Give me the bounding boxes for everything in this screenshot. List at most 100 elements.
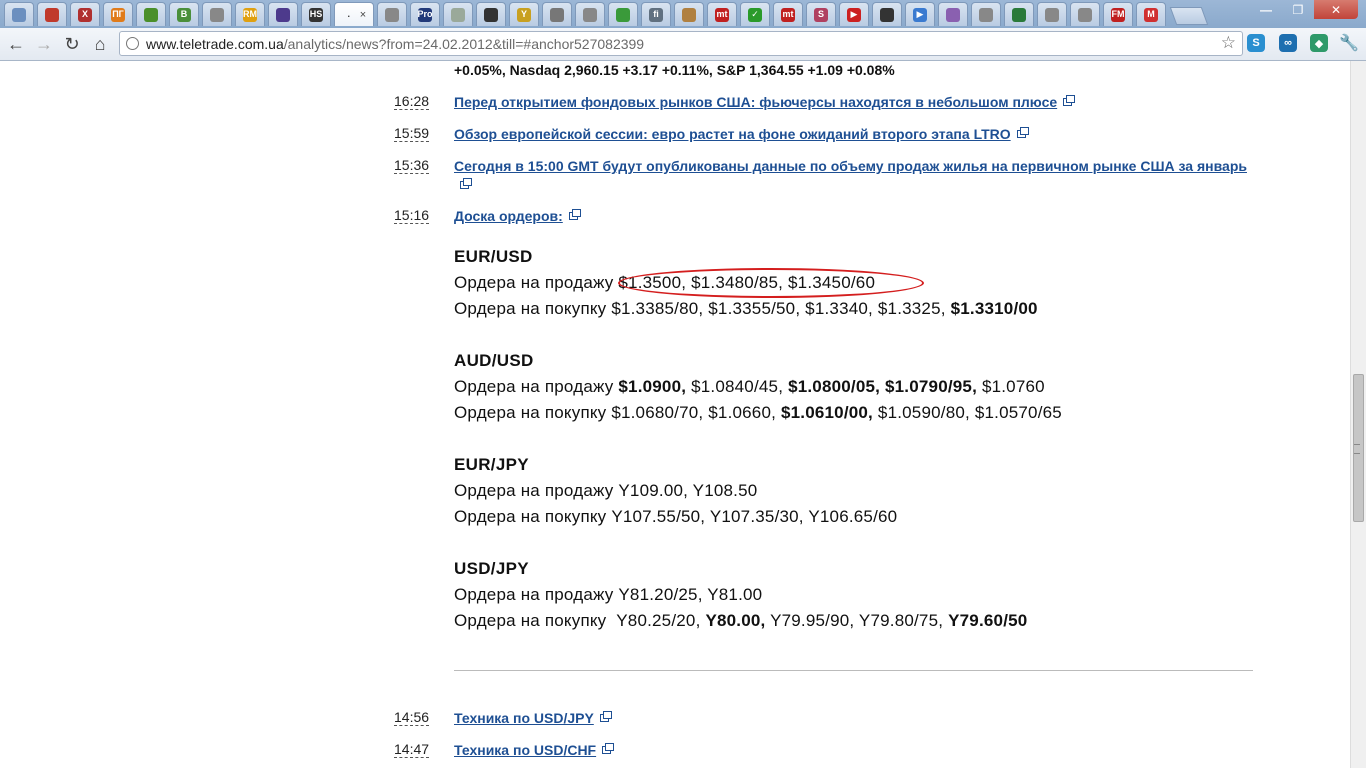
browser-tab[interactable]: S bbox=[806, 2, 836, 26]
eye-icon bbox=[484, 7, 498, 22]
browser-tab[interactable] bbox=[608, 2, 638, 26]
browser-tab[interactable] bbox=[268, 2, 298, 26]
browser-tab[interactable]: . × bbox=[334, 2, 374, 26]
fi-icon: fi bbox=[649, 7, 663, 22]
browser-tab[interactable]: mt bbox=[773, 2, 803, 26]
external-link-icon[interactable] bbox=[1063, 95, 1076, 106]
page-scrollbar[interactable] bbox=[1350, 61, 1366, 768]
browser-tab[interactable] bbox=[202, 2, 232, 26]
external-link-icon[interactable] bbox=[1016, 127, 1029, 138]
play-icon: ▶ bbox=[913, 7, 927, 22]
triangle-icon bbox=[616, 7, 630, 22]
browser-tab[interactable] bbox=[575, 2, 605, 26]
flower-icon bbox=[946, 7, 960, 22]
external-link-icon[interactable] bbox=[602, 743, 615, 754]
browser-tab[interactable]: fi bbox=[641, 2, 671, 26]
grid-icon bbox=[276, 7, 290, 22]
browser-tab[interactable] bbox=[1037, 2, 1067, 26]
globe-icon bbox=[210, 7, 224, 22]
browser-toolbar: ← → ↻ ⌂ www.teletrade.com.ua/analytics/n… bbox=[0, 28, 1366, 61]
mt-icon: mt bbox=[715, 7, 729, 22]
news-time: 16:28 bbox=[394, 93, 430, 110]
s-icon: S bbox=[814, 7, 828, 22]
browser-tab[interactable]: Pro bbox=[410, 2, 440, 26]
browser-tab[interactable] bbox=[4, 2, 34, 26]
search-icon bbox=[12, 7, 26, 22]
skype-extension-icon[interactable]: S bbox=[1247, 34, 1265, 52]
y-icon: Y bbox=[517, 7, 531, 22]
shield-icon bbox=[45, 7, 59, 22]
browser-tab[interactable] bbox=[443, 2, 473, 26]
forward-icon[interactable]: → bbox=[34, 34, 54, 54]
buy-orders: Ордера на покупку $1.3385/80, $1.3355/50… bbox=[454, 299, 1038, 318]
news-time: 14:56 bbox=[394, 709, 430, 726]
doc-icon bbox=[451, 7, 465, 22]
browser-tab[interactable] bbox=[1004, 2, 1034, 26]
close-tab-icon[interactable]: × bbox=[360, 9, 366, 21]
pair-heading: USD/JPY bbox=[454, 559, 529, 578]
browser-tab[interactable] bbox=[136, 2, 166, 26]
browser-tab[interactable] bbox=[542, 2, 572, 26]
check-icon: ✓ bbox=[748, 7, 762, 22]
external-link-icon[interactable] bbox=[568, 209, 581, 220]
window-controls: — ❐ ✕ bbox=[1250, 0, 1358, 20]
browser-tab[interactable]: M bbox=[1136, 2, 1166, 26]
news-time: 15:59 bbox=[394, 125, 430, 142]
close-window-icon[interactable]: ✕ bbox=[1314, 0, 1358, 19]
home-icon[interactable]: ⌂ bbox=[90, 34, 110, 54]
browser-tab[interactable]: FM bbox=[1103, 2, 1133, 26]
wrench-icon[interactable]: 🔧 bbox=[1339, 34, 1359, 52]
browser-tab[interactable]: mt bbox=[707, 2, 737, 26]
browser-tab[interactable] bbox=[377, 2, 407, 26]
browser-tab[interactable]: HS bbox=[301, 2, 331, 26]
browser-tab[interactable] bbox=[37, 2, 67, 26]
pair-heading: EUR/JPY bbox=[454, 455, 529, 474]
news-link[interactable]: Перед открытием фондовых рынков США: фью… bbox=[454, 93, 1254, 112]
news-link[interactable]: Сегодня в 15:00 GMT будут опубликованы д… bbox=[454, 157, 1254, 195]
browser-tab[interactable]: RM bbox=[235, 2, 265, 26]
pg-icon: ПГ bbox=[111, 7, 125, 22]
back-icon[interactable]: ← bbox=[6, 34, 26, 54]
browser-tab[interactable] bbox=[674, 2, 704, 26]
browser-tab[interactable]: ▶ bbox=[905, 2, 935, 26]
browser-tab[interactable] bbox=[872, 2, 902, 26]
minimize-icon[interactable]: — bbox=[1250, 0, 1282, 19]
news-link[interactable]: Доска ордеров: bbox=[454, 207, 1254, 226]
previous-news-tail: +0.05%, Nasdaq 2,960.15 +3.17 +0.11%, S&… bbox=[454, 62, 895, 78]
address-bar[interactable]: www.teletrade.com.ua/analytics/news?from… bbox=[119, 31, 1243, 56]
scrollbar-grip-icon bbox=[1354, 444, 1360, 454]
news-link[interactable]: Техника по USD/JPY bbox=[454, 709, 1254, 728]
pair-heading: AUD/USD bbox=[454, 351, 534, 370]
browser-tab[interactable] bbox=[476, 2, 506, 26]
bookmark-star-icon[interactable]: ☆ bbox=[1221, 33, 1236, 53]
page-globe-icon bbox=[126, 37, 139, 50]
maximize-icon[interactable]: ❐ bbox=[1282, 0, 1314, 19]
reload-icon[interactable]: ↻ bbox=[62, 34, 82, 54]
sell-orders: Ордера на продажу Y109.00, Y108.50 bbox=[454, 481, 758, 500]
globe-icon bbox=[979, 7, 993, 22]
news-link[interactable]: Техника по USD/CHF bbox=[454, 741, 1254, 760]
browser-tab[interactable]: X bbox=[70, 2, 100, 26]
globe-icon bbox=[1078, 7, 1092, 22]
shield-extension-icon[interactable]: ◆ bbox=[1310, 34, 1328, 52]
pair-heading: EUR/USD bbox=[454, 247, 533, 266]
browser-tab[interactable] bbox=[971, 2, 1001, 26]
gmail-icon: M bbox=[1144, 7, 1158, 22]
external-link-icon[interactable] bbox=[460, 178, 472, 189]
external-link-icon[interactable] bbox=[599, 711, 612, 722]
earth-icon bbox=[1012, 7, 1026, 22]
browser-tab[interactable]: B bbox=[169, 2, 199, 26]
mt-icon: mt bbox=[781, 7, 795, 22]
browser-tab[interactable]: ✓ bbox=[740, 2, 770, 26]
browser-tab[interactable]: ▶ bbox=[839, 2, 869, 26]
news-link[interactable]: Обзор европейской сессии: евро растет на… bbox=[454, 125, 1254, 144]
sync-extension-icon[interactable]: ∞ bbox=[1279, 34, 1297, 52]
buy-orders: Ордера на покупку $1.0680/70, $1.0660, $… bbox=[454, 403, 1062, 422]
url-text[interactable]: www.teletrade.com.ua/analytics/news?from… bbox=[146, 36, 644, 52]
browser-tab[interactable] bbox=[938, 2, 968, 26]
browser-tab[interactable] bbox=[1070, 2, 1100, 26]
rm-icon: RM bbox=[243, 7, 257, 22]
browser-tab[interactable]: Y bbox=[509, 2, 539, 26]
browser-tab[interactable]: ПГ bbox=[103, 2, 133, 26]
new-tab-button[interactable] bbox=[1169, 7, 1209, 25]
